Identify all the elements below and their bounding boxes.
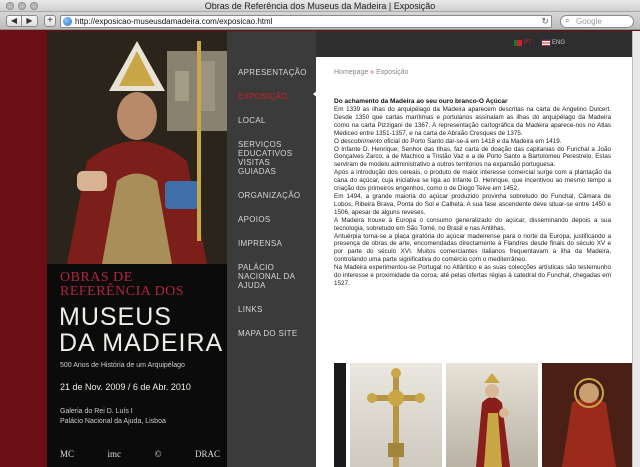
obras-line-2: REFERÊNCIA DOS <box>60 284 185 299</box>
back-button[interactable]: ◀ <box>6 15 22 27</box>
browser-window: Obras de Referência dos Museus da Madeir… <box>0 0 640 467</box>
museus-line-1: MUSEUS <box>59 303 172 331</box>
nav-menu: APRESENTAÇÃO EXPOSIÇÃO LOCAL SERVIÇOS ED… <box>238 68 307 353</box>
article-title: Do achamento da Madeira ao seu ouro bran… <box>334 98 508 105</box>
lang-pt[interactable]: PT <box>514 40 532 46</box>
article-paragraph: Em 1494, a grande maioria do açúcar prod… <box>334 192 611 216</box>
logo-seal[interactable]: © <box>155 449 162 459</box>
article-paragraph: Antuérpia torna-se a placa giratória do … <box>334 232 611 264</box>
obras-line-1: OBRAS DE <box>60 270 133 285</box>
lang-eng-label: ENG <box>552 40 566 46</box>
madonna-statue-image <box>476 373 510 467</box>
page-scrollbar[interactable] <box>632 31 640 467</box>
painting-illustration <box>47 31 227 264</box>
exhibition-branding: OBRAS DE REFERÊNCIA DOS MUSEUS DA MADEIR… <box>47 264 227 467</box>
p2-emphasis: descobrimento <box>340 137 382 145</box>
exhibition-dates: 21 de Nov. 2009 / 6 de Abr. 2010 <box>60 382 191 392</box>
venue-line-2: Palácio Nacional da Ajuda, Lisboa <box>60 418 166 425</box>
url-text[interactable]: http://exposicao-museusdamadeira.com/exp… <box>75 17 272 26</box>
nav-item-organizacao[interactable]: ORGANIZAÇÃO <box>238 191 307 200</box>
new-tab-button[interactable]: + <box>44 15 56 27</box>
nav-buttons: ◀ ▶ <box>6 15 38 27</box>
forward-button[interactable]: ▶ <box>22 15 38 27</box>
article-paragraph: O Infante D. Henrique, Senhor das Ilhas,… <box>334 145 611 169</box>
article-paragraph: Na Madeira experimentou-se Portugal no A… <box>334 264 611 287</box>
search-icon: ⌕ <box>565 16 570 25</box>
nav-item-apoios[interactable]: APOIOS <box>238 215 307 224</box>
lang-eng[interactable]: ENG <box>541 39 566 47</box>
article: Do achamento da Madeira ao seu ouro bran… <box>334 97 611 288</box>
p2-prefix: O <box>334 137 341 145</box>
main-nav: APRESENTAÇÃO EXPOSIÇÃO LOCAL SERVIÇOS ED… <box>227 31 319 467</box>
browser-toolbar: ◀ ▶ + http://exposicao-museusdamadeira.c… <box>0 12 640 30</box>
lang-pt-label: PT <box>524 40 532 46</box>
article-paragraph: Em 1339 as ilhas do arquipélago da Madei… <box>334 106 611 137</box>
artwork-gallery <box>334 363 636 467</box>
breadcrumb: Homepage » Exposição <box>334 69 408 76</box>
logo-mc[interactable]: MC <box>60 449 74 459</box>
exhibition-subtitle: 500 Anos de História de um Arquipélago <box>60 362 185 369</box>
nav-item-mapa[interactable]: MAPA DO SITE <box>238 329 307 338</box>
breadcrumb-current: Exposição <box>376 69 409 76</box>
globe-icon <box>63 17 72 26</box>
article-paragraph: O descobrimento oficial do Porto Santo d… <box>334 138 611 146</box>
gallery-thumb-madonna[interactable] <box>446 363 538 467</box>
window-title: Obras de Referência dos Museus da Madeir… <box>204 1 436 11</box>
venue-line-1: Galeria do Rei D. Luís I <box>60 408 133 415</box>
nav-item-palacio[interactable]: PALÁCIO NACIONAL DA AJUDA <box>238 263 298 290</box>
title-bar: Obras de Referência dos Museus da Madeir… <box>0 0 640 12</box>
logo-imc[interactable]: imc <box>108 449 122 459</box>
sponsor-logos: MC imc © DRAC <box>60 447 220 461</box>
language-bar: PT ENG <box>316 31 636 57</box>
nav-item-apresentacao[interactable]: APRESENTAÇÃO <box>238 68 307 77</box>
article-paragraph: A Madeira trouxe à Europa o consumo gene… <box>334 216 611 232</box>
nav-item-exposicao[interactable]: EXPOSIÇÃO <box>238 92 307 101</box>
reload-icon[interactable]: ↻ <box>541 16 549 27</box>
breadcrumb-separator: » <box>370 69 375 76</box>
nav-item-local[interactable]: LOCAL <box>238 116 307 125</box>
web-page: OBRAS DE REFERÊNCIA DOS MUSEUS DA MADEIR… <box>0 31 640 467</box>
logo-drac[interactable]: DRAC <box>195 449 220 459</box>
gallery-thumb[interactable] <box>334 363 346 467</box>
article-paragraph: Após a introdução dos cereais, o produto… <box>334 169 611 193</box>
museus-title: MUSEUS DA MADEIRA <box>59 304 223 356</box>
gallery-thumb-painting[interactable] <box>542 363 636 467</box>
nav-item-imprensa[interactable]: IMPRENSA <box>238 239 307 248</box>
processional-cross-image <box>367 368 425 467</box>
gallery-thumb-cross[interactable] <box>350 363 442 467</box>
saint-painting-image <box>542 363 636 467</box>
search-placeholder: Google <box>576 17 602 26</box>
museus-line-2: DA MADEIRA <box>59 329 224 357</box>
pt-flag-icon <box>514 40 522 46</box>
left-column: OBRAS DE REFERÊNCIA DOS MUSEUS DA MADEIR… <box>47 31 227 467</box>
bishop-painting <box>47 31 227 264</box>
address-bar[interactable]: http://exposicao-museusdamadeira.com/exp… <box>60 15 552 28</box>
search-field[interactable]: ⌕ Google <box>560 15 634 28</box>
uk-flag-icon <box>541 39 551 47</box>
nav-item-links[interactable]: LINKS <box>238 305 307 314</box>
nav-item-servicos[interactable]: SERVIÇOS EDUCATIVOS VISITAS GUIADAS <box>238 140 298 176</box>
obras-title: OBRAS DE REFERÊNCIA DOS <box>60 271 184 299</box>
p2-rest: oficial do Porto Santo dar-se-á em 1418 … <box>381 137 562 145</box>
breadcrumb-home[interactable]: Homepage <box>334 69 368 76</box>
